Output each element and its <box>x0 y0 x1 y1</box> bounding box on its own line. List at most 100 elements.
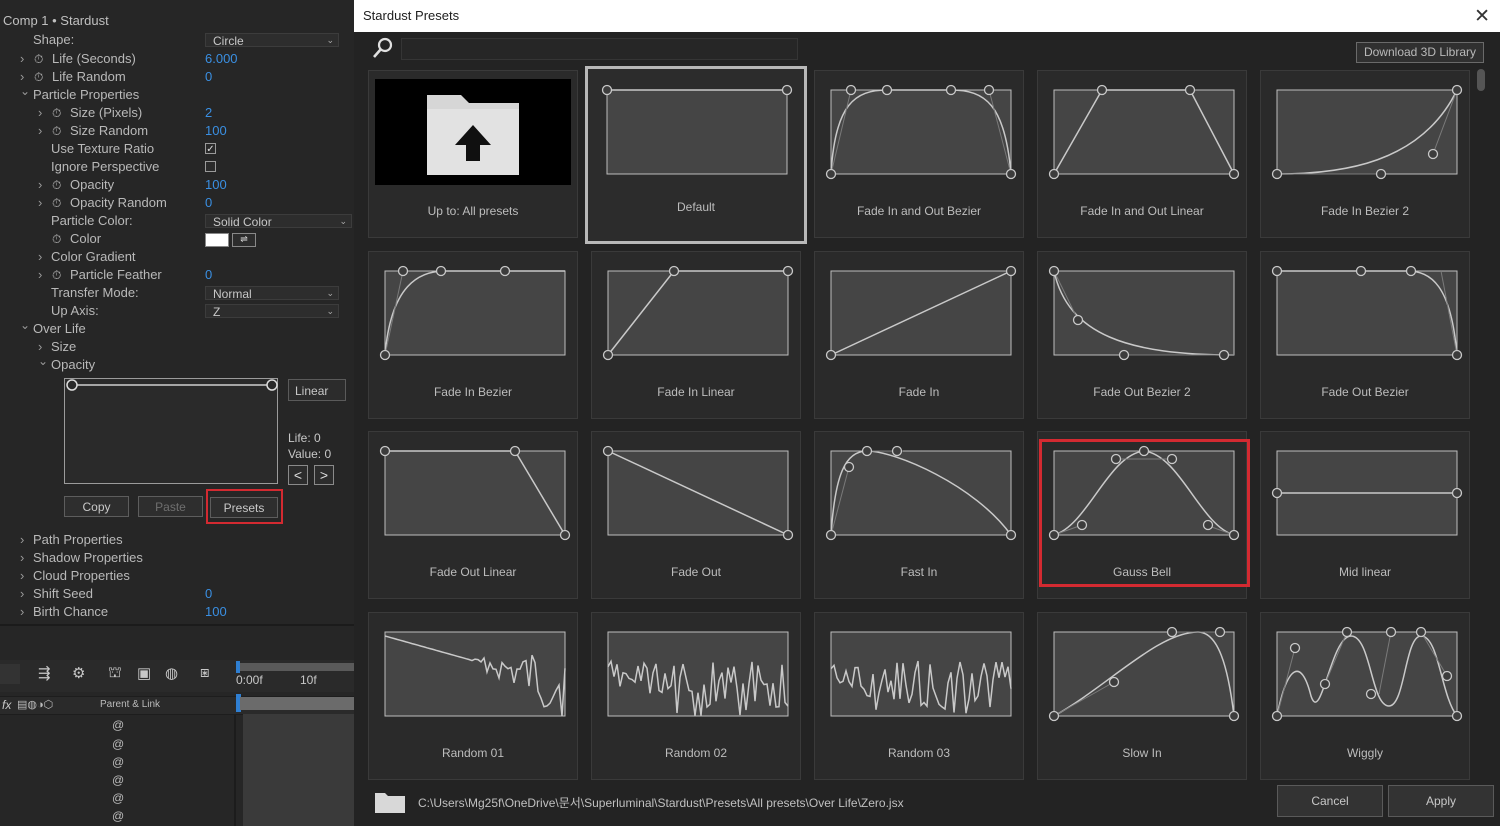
graph-editor-icon[interactable]: ⧆ <box>200 664 210 681</box>
preset-card[interactable]: Fade In Bezier <box>368 251 578 419</box>
collapsed-twirl-icon[interactable]: › <box>20 549 24 567</box>
dropdown-value: Solid Color <box>213 215 272 229</box>
pick-whip-icon[interactable]: @ <box>112 737 124 751</box>
property-value[interactable]: 0 <box>205 266 212 284</box>
preset-card[interactable]: Fast In <box>814 431 1024 599</box>
preset-card[interactable]: Fade In and Out Linear <box>1037 70 1247 238</box>
collapsed-twirl-icon[interactable]: › <box>20 567 24 585</box>
pick-whip-icon[interactable]: @ <box>112 718 124 732</box>
pick-whip-icon[interactable]: @ <box>112 773 124 787</box>
preset-card[interactable]: Random 02 <box>591 612 801 780</box>
color-swatch[interactable] <box>205 233 229 247</box>
preset-card[interactable]: Slow In <box>1037 612 1247 780</box>
folder-icon[interactable] <box>374 790 406 819</box>
collapsed-twirl-icon[interactable]: › <box>38 194 42 212</box>
property-dropdown[interactable]: Circle ⌄ <box>205 33 339 48</box>
apply-button[interactable]: Apply <box>1388 785 1494 817</box>
eyedropper-icon[interactable]: ⇌ <box>232 233 256 247</box>
playhead[interactable] <box>236 661 240 673</box>
property-checkbox[interactable] <box>205 161 216 172</box>
collapsed-twirl-icon[interactable]: › <box>38 248 42 266</box>
collapsed-twirl-icon[interactable]: › <box>38 122 42 140</box>
preset-card[interactable]: Mid linear <box>1260 431 1470 599</box>
property-label: Ignore Perspective <box>51 159 160 174</box>
stopwatch-icon[interactable]: ⏱ <box>52 104 61 122</box>
property-row: Use Texture Ratio ✓ <box>0 140 354 158</box>
preset-card[interactable]: Fade In <box>814 251 1024 419</box>
property-value[interactable]: 0 <box>205 68 212 86</box>
preset-card[interactable]: Fade In Bezier 2 <box>1260 70 1470 238</box>
copy-button[interactable]: Copy <box>64 496 129 517</box>
pick-whip-icon[interactable]: @ <box>112 791 124 805</box>
download-3d-library-button[interactable]: Download 3D Library <box>1356 42 1484 63</box>
collapsed-twirl-icon[interactable]: › <box>20 603 24 621</box>
stopwatch-icon[interactable]: ⏱ <box>34 50 43 68</box>
preset-card[interactable]: Wiggly <box>1260 612 1470 780</box>
property-label: Up Axis: <box>51 303 99 318</box>
expanded-twirl-icon[interactable]: ⌄ <box>20 316 30 334</box>
property-dropdown[interactable]: Normal ⌄ <box>205 286 339 301</box>
property-dropdown[interactable]: Solid Color ⌄ <box>205 214 352 229</box>
property-value[interactable]: 6.000 <box>205 50 238 68</box>
shy-layers-icon[interactable]: ⛫ <box>108 664 122 683</box>
collapsed-twirl-icon[interactable]: › <box>20 531 24 549</box>
close-icon[interactable]: ✕ <box>1474 5 1490 28</box>
property-checkbox[interactable]: ✓ <box>205 143 216 155</box>
panel-title: Comp 1 • Stardust <box>3 13 109 28</box>
prev-point-button[interactable]: < <box>288 465 308 485</box>
property-row: ⌄ Particle Properties <box>0 84 354 104</box>
folder-up-icon <box>375 79 571 185</box>
cancel-button[interactable]: Cancel <box>1277 785 1383 817</box>
preset-card[interactable]: Fade Out Bezier 2 <box>1037 251 1247 419</box>
presets-highlight-box <box>206 489 283 524</box>
composition-flowchart-icon[interactable]: ⇶ <box>38 664 51 682</box>
property-value[interactable]: 0 <box>205 585 212 603</box>
collapsed-twirl-icon[interactable]: › <box>20 585 24 603</box>
next-point-button[interactable]: > <box>314 465 334 485</box>
stopwatch-icon[interactable]: ⏱ <box>52 194 61 212</box>
property-value[interactable]: 100 <box>205 176 227 194</box>
search-input[interactable] <box>401 38 798 60</box>
property-value[interactable]: 100 <box>205 122 227 140</box>
stopwatch-icon[interactable]: ⏱ <box>52 122 61 140</box>
motion-blur-icon[interactable]: ◍ <box>165 664 178 682</box>
time-ruler[interactable] <box>236 663 354 671</box>
preset-card[interactable]: Fade Out Linear <box>368 431 578 599</box>
property-dropdown[interactable]: Z ⌄ <box>205 304 339 319</box>
interpolation-mode-field[interactable]: Linear <box>288 379 346 401</box>
collapsed-twirl-icon[interactable]: › <box>38 104 42 122</box>
property-row: ⌄ Over Life <box>0 318 354 338</box>
collapsed-twirl-icon[interactable]: › <box>38 176 42 194</box>
property-value[interactable]: 0 <box>205 194 212 212</box>
dropdown-value: Z <box>213 305 221 319</box>
preset-card[interactable]: Random 01 <box>368 612 578 780</box>
frame-blending-icon[interactable]: ▣ <box>137 664 151 682</box>
stopwatch-icon[interactable]: ⏱ <box>52 230 61 248</box>
property-value[interactable]: 2 <box>205 104 212 122</box>
preset-card[interactable]: Fade Out <box>591 431 801 599</box>
property-value[interactable]: 100 <box>205 603 227 621</box>
collapsed-twirl-icon[interactable]: › <box>20 50 24 68</box>
preset-card[interactable]: Fade In and Out Bezier <box>814 70 1024 238</box>
pick-whip-icon[interactable]: @ <box>112 809 124 823</box>
expanded-twirl-icon[interactable]: ⌄ <box>20 82 30 100</box>
paste-button[interactable]: Paste <box>138 496 203 517</box>
timeline-search-stub[interactable] <box>0 664 20 684</box>
scrollbar[interactable] <box>1476 68 1486 780</box>
preset-card[interactable]: Fade In Linear <box>591 251 801 419</box>
stopwatch-icon[interactable]: ⏱ <box>34 68 43 86</box>
stopwatch-icon[interactable]: ⏱ <box>52 176 61 194</box>
work-area-bar[interactable] <box>240 697 354 710</box>
opacity-curve-graph[interactable] <box>64 378 278 484</box>
expanded-twirl-icon[interactable]: ⌄ <box>38 352 48 370</box>
preset-card[interactable]: Up to: All presets <box>368 70 578 238</box>
draft-3d-icon[interactable]: ⚙ <box>72 664 85 682</box>
preset-card[interactable]: Default <box>585 66 807 244</box>
preset-card[interactable]: Random 03 <box>814 612 1024 780</box>
stopwatch-icon[interactable]: ⏱ <box>52 266 61 284</box>
preset-card[interactable]: Fade Out Bezier <box>1260 251 1470 419</box>
pick-whip-icon[interactable]: @ <box>112 755 124 769</box>
curve-thumbnail <box>601 84 793 180</box>
scrollbar-thumb[interactable] <box>1477 69 1485 91</box>
collapsed-twirl-icon[interactable]: › <box>38 266 42 284</box>
